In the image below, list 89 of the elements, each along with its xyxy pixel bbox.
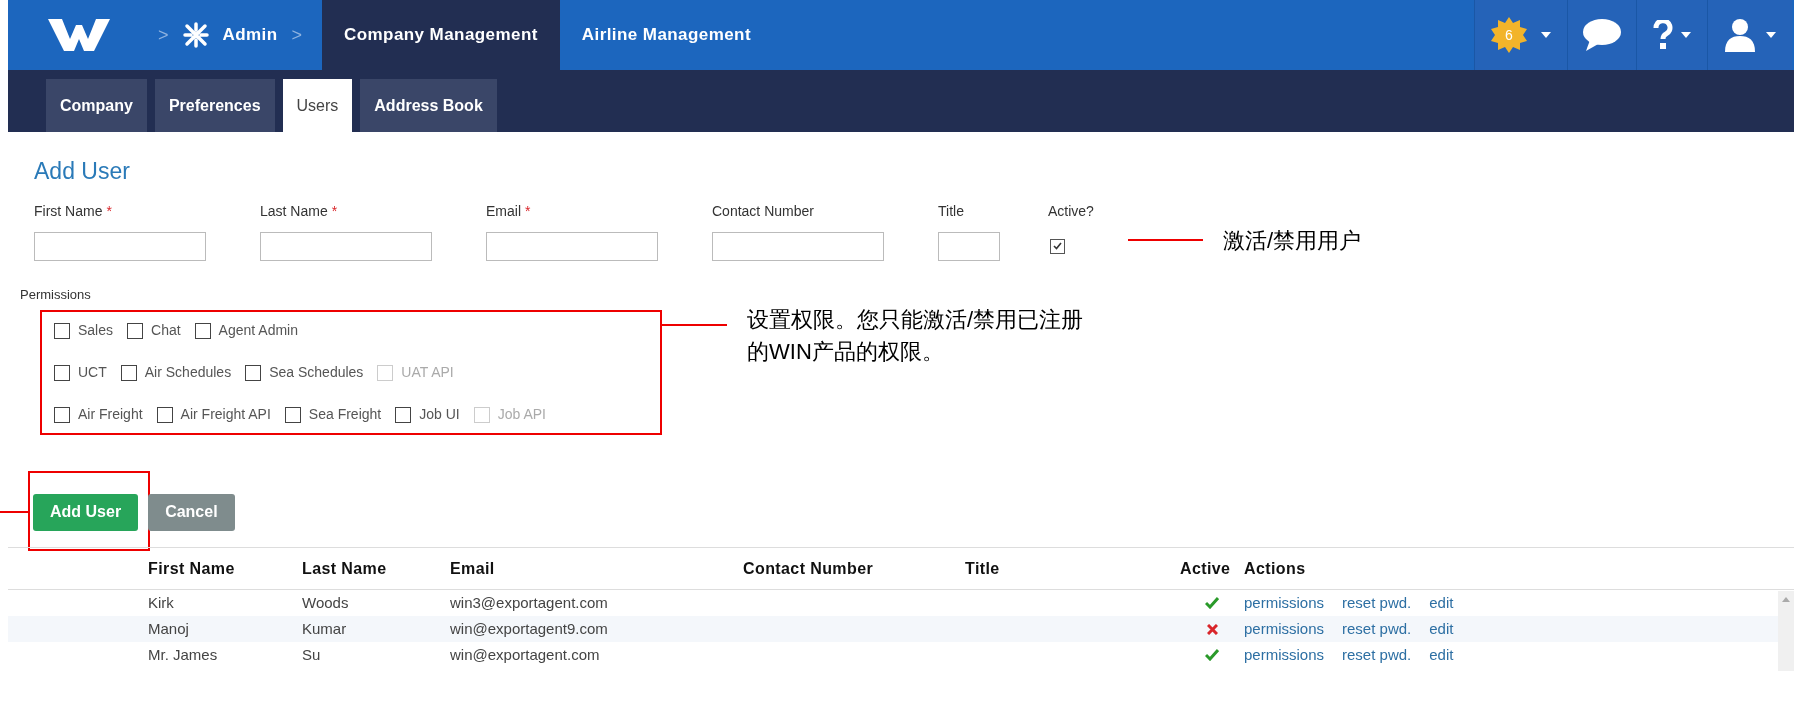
chat-icon[interactable]: [1567, 0, 1636, 70]
user-icon: [1724, 18, 1756, 52]
checkbox[interactable]: [284, 406, 301, 423]
checkbox[interactable]: [127, 322, 144, 339]
input-field[interactable]: [260, 231, 432, 261]
input-field[interactable]: [486, 231, 658, 261]
permission-option[interactable]: Sea Freight: [284, 404, 382, 425]
table-cell-text: Kumar: [302, 618, 348, 639]
action-link[interactable]: reset pwd.: [1342, 643, 1412, 667]
annotation-text: 激活/禁用用户: [1223, 226, 1362, 255]
nav-tab[interactable]: Company Management: [322, 0, 560, 70]
table-cell-text: Manoj: [148, 618, 190, 639]
section-label: Permissions: [20, 285, 92, 304]
tab[interactable]: Address Book: [360, 79, 497, 132]
field-label: Last Name: [260, 201, 328, 221]
column-header: Actions: [1244, 558, 1307, 579]
tools-icon: [182, 22, 209, 48]
permission-option[interactable]: UCT: [54, 362, 107, 383]
input-field[interactable]: [34, 231, 206, 261]
column-header: Active: [1180, 558, 1232, 579]
action-link[interactable]: edit: [1429, 643, 1454, 667]
table-cell-text: Su: [302, 644, 322, 665]
column-header: Last Name: [302, 558, 388, 579]
checkbox[interactable]: [1050, 238, 1065, 254]
checkbox[interactable]: [54, 406, 70, 423]
input-field[interactable]: [712, 231, 884, 261]
action-link[interactable]: permissions: [1244, 591, 1325, 615]
caret-icon: [1541, 32, 1551, 38]
action-link[interactable]: reset pwd.: [1342, 591, 1412, 615]
permission-option[interactable]: Air Freight: [54, 404, 143, 425]
action-link[interactable]: edit: [1429, 591, 1454, 615]
table-cell-text: Mr. James: [148, 644, 219, 665]
required-mark: *: [525, 201, 531, 221]
action-link[interactable]: edit: [1429, 617, 1454, 641]
permission-option[interactable]: Sales: [54, 320, 114, 341]
permission-option[interactable]: Agent Admin: [194, 320, 298, 341]
required-mark: *: [106, 201, 112, 221]
tab[interactable]: Preferences: [154, 79, 275, 132]
checkbox[interactable]: [395, 406, 412, 423]
column-header: First Name: [148, 558, 236, 579]
notification-icon: [1491, 17, 1527, 53]
checkbox[interactable]: [245, 364, 262, 381]
checkbox[interactable]: [54, 322, 70, 339]
caret-icon: [1681, 32, 1691, 38]
permission-option[interactable]: Sea Schedules: [245, 362, 364, 383]
check-icon: [1053, 242, 1062, 250]
checkbox[interactable]: [194, 322, 211, 339]
column-header: Contact Number: [743, 558, 875, 579]
field-label: Email: [486, 201, 521, 221]
table-cell-text: win3@exportagent.com: [450, 592, 609, 613]
scrollbar[interactable]: [1778, 591, 1794, 671]
action-link[interactable]: permissions: [1244, 617, 1325, 641]
permission-option[interactable]: Job UI: [395, 404, 460, 425]
permission-option[interactable]: Air Freight API: [156, 404, 271, 425]
tab[interactable]: Company: [46, 79, 147, 132]
permission-option[interactable]: Air Schedules: [120, 362, 232, 383]
permission-option[interactable]: Chat: [127, 320, 181, 341]
checkbox[interactable]: [156, 406, 173, 423]
notification-count: 6: [1505, 25, 1513, 45]
help-button[interactable]: [1636, 0, 1707, 70]
action-link[interactable]: reset pwd.: [1342, 617, 1412, 641]
table-cell-text: Kirk: [148, 592, 175, 613]
help-icon: [1653, 20, 1673, 50]
nav-tab[interactable]: Airline Management: [559, 0, 773, 70]
leader-line: [0, 511, 28, 513]
field-label: Title: [938, 201, 964, 221]
breadcrumb-separator: >: [291, 23, 303, 47]
checkbox[interactable]: [54, 364, 70, 381]
field-label: Contact Number: [712, 201, 814, 221]
cancel-button[interactable]: Cancel: [148, 493, 235, 531]
breadcrumb-separator: >: [158, 23, 169, 47]
column-header: Email: [450, 558, 496, 579]
field-label: Active?: [1048, 201, 1094, 221]
column-header: Title: [965, 558, 1001, 579]
table-cell-text: Woods: [302, 592, 350, 613]
input-field[interactable]: [938, 231, 1000, 261]
breadcrumb-link[interactable]: Admin: [222, 22, 278, 48]
field-label: First Name: [34, 201, 103, 221]
annotation-text: 设置权限。您只能激活/禁用已注册的WIN产品的权限。: [747, 306, 1085, 366]
checkbox[interactable]: [120, 364, 137, 381]
table-cell-text: win@exportagent9.com: [450, 618, 609, 639]
caret-icon: [1766, 32, 1776, 38]
form-heading: Add User: [34, 157, 131, 186]
required-mark: *: [331, 201, 338, 221]
tab[interactable]: Users: [282, 79, 353, 132]
action-link[interactable]: permissions: [1244, 643, 1325, 667]
table-cell-text: win@exportagent.com: [450, 644, 601, 665]
add-user-button[interactable]: Add User: [33, 493, 139, 531]
user-menu-button[interactable]: [1707, 0, 1792, 70]
